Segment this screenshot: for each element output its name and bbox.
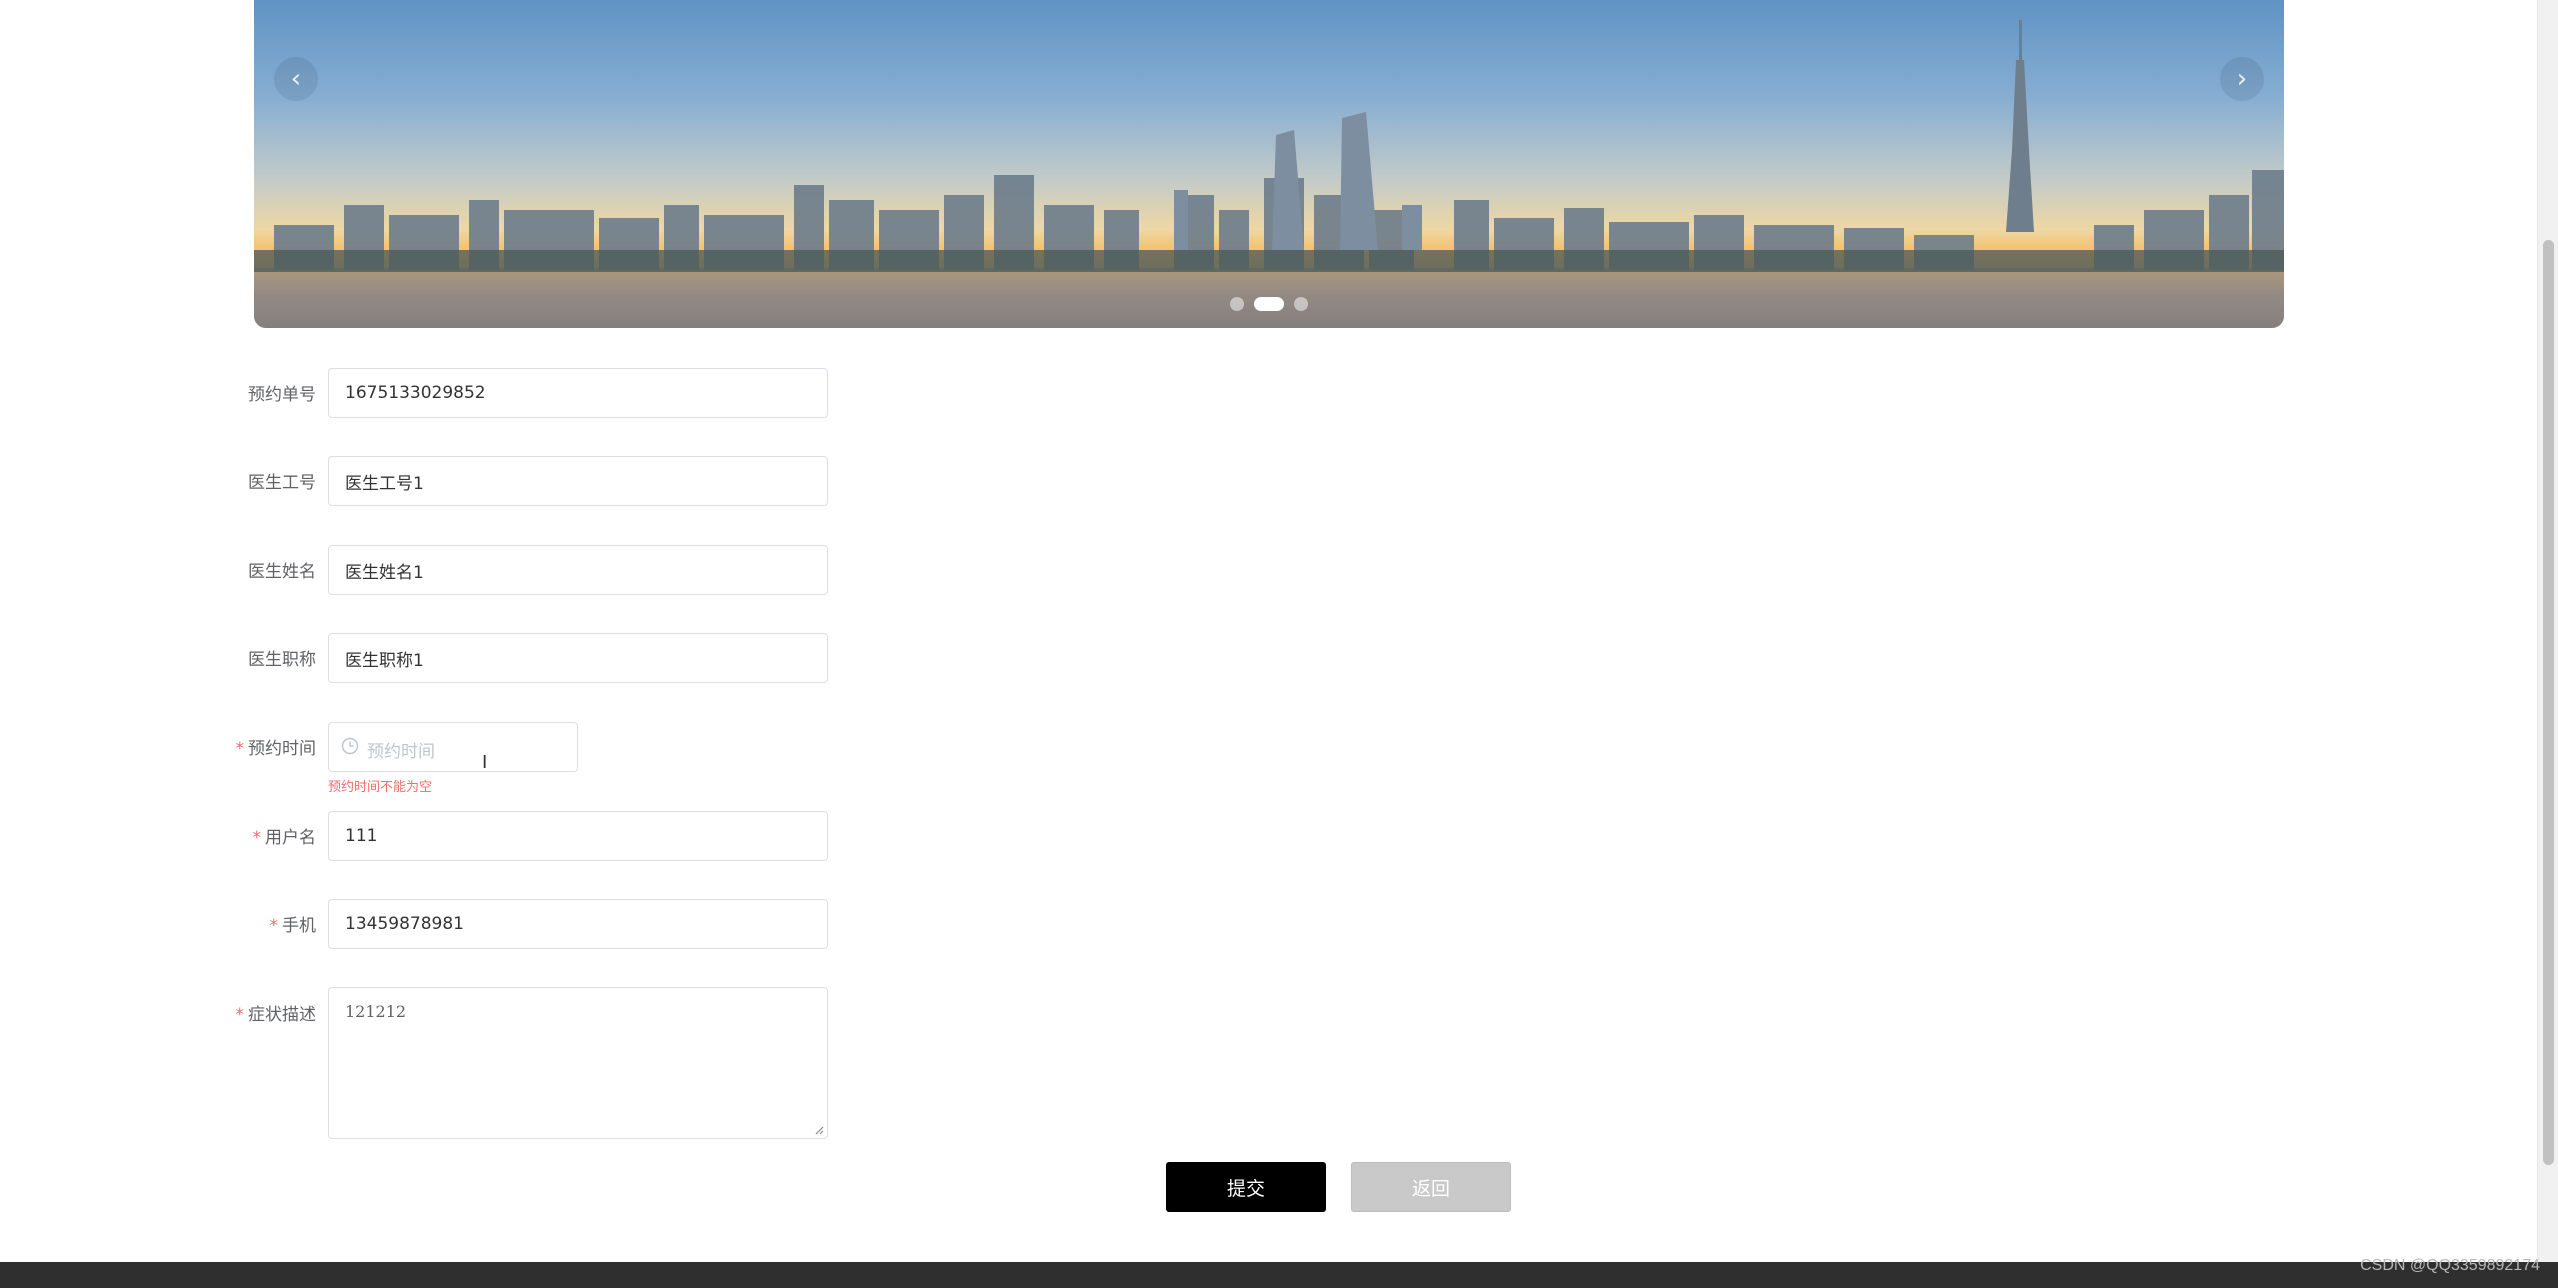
appointment-time-placeholder: 预约时间 <box>367 742 435 762</box>
carousel-indicators <box>254 297 2284 311</box>
phone-input[interactable] <box>328 899 828 949</box>
doctor-title-input[interactable] <box>328 633 828 683</box>
symptoms-label: * 症状描述 <box>235 1005 317 1025</box>
city-skyline-image <box>254 20 2284 328</box>
required-mark: * <box>235 739 245 759</box>
appointment-time-error: 预约时间不能为空 <box>328 780 433 795</box>
username-label: * 用户名 <box>252 828 317 848</box>
chevron-right-icon: › <box>2236 64 2248 94</box>
text-cursor-icon: I <box>482 752 488 773</box>
doctor-name-label: 医生姓名 <box>248 562 316 582</box>
required-mark: * <box>252 828 262 848</box>
submit-button[interactable]: 提交 <box>1166 1162 1326 1212</box>
carousel-indicator-2[interactable] <box>1254 297 1284 311</box>
scrollbar-thumb[interactable] <box>2543 240 2554 1165</box>
clock-icon <box>341 737 359 755</box>
carousel-prev-button[interactable]: ‹ <box>274 57 318 101</box>
required-mark: * <box>235 1005 245 1025</box>
doctor-title-label: 医生职称 <box>248 650 316 670</box>
phone-label: * 手机 <box>269 916 317 936</box>
page-footer <box>0 1262 2558 1288</box>
watermark-text: CSDN @QQ3359892174 <box>2360 1257 2540 1274</box>
required-mark: * <box>269 916 279 936</box>
doctor-id-label: 医生工号 <box>248 473 316 493</box>
order-no-input[interactable] <box>328 368 828 418</box>
doctor-id-input[interactable] <box>328 456 828 506</box>
banner-carousel: ‹ › <box>254 0 2284 328</box>
page-scrollbar[interactable] <box>2537 0 2558 1262</box>
symptoms-textarea[interactable]: 121212 <box>328 987 828 1139</box>
doctor-name-input[interactable] <box>328 545 828 595</box>
carousel-next-button[interactable]: › <box>2220 57 2264 101</box>
back-button[interactable]: 返回 <box>1351 1162 1511 1212</box>
symptoms-text: 121212 <box>345 1002 407 1021</box>
username-input[interactable] <box>328 811 828 861</box>
chevron-left-icon: ‹ <box>290 64 302 94</box>
order-no-label: 预约单号 <box>248 385 316 405</box>
carousel-indicator-3[interactable] <box>1294 297 1308 311</box>
carousel-indicator-1[interactable] <box>1230 297 1244 311</box>
appointment-time-label: * 预约时间 <box>235 739 317 759</box>
resize-handle-icon[interactable] <box>814 1125 824 1135</box>
appointment-time-picker[interactable]: 预约时间 <box>328 722 578 772</box>
